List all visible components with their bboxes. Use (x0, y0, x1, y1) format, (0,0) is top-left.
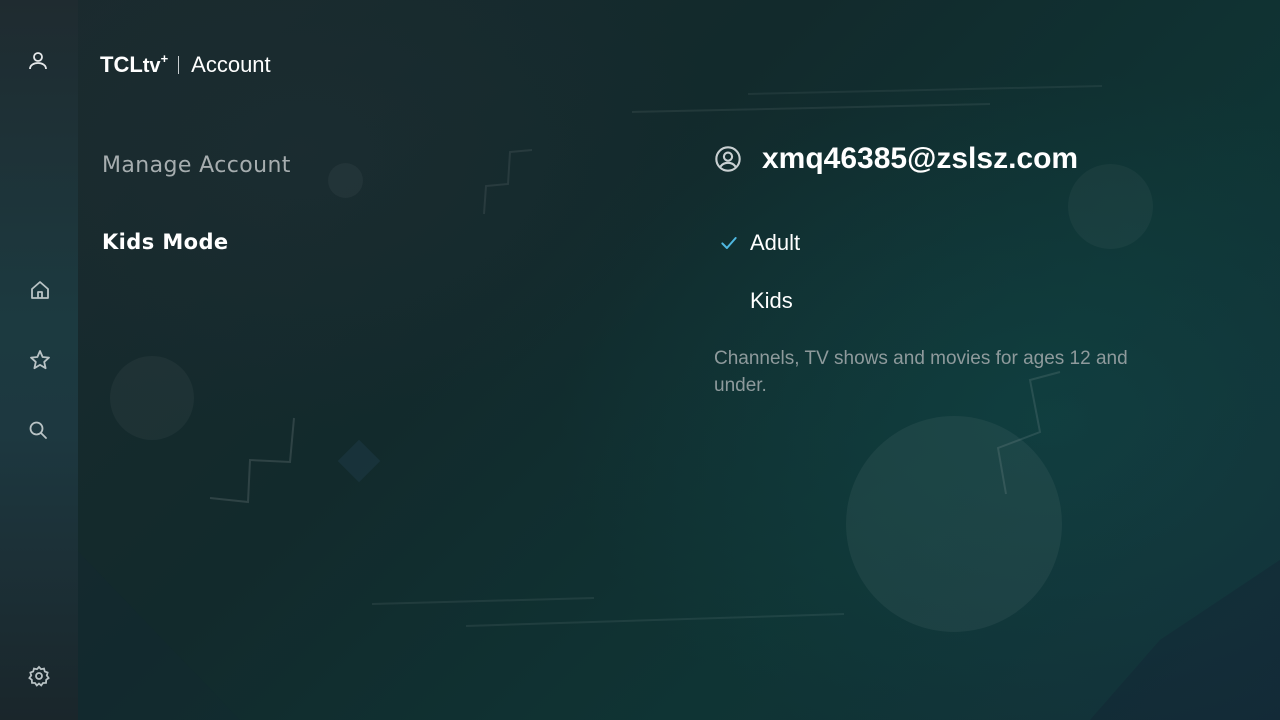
user-icon[interactable] (25, 48, 51, 74)
tv-screen: TCL tv + Account Manage Account Kids Mode … (0, 0, 1280, 720)
account-email: xmq46385@zslsz.com (762, 142, 1079, 175)
menu-item-manage-account[interactable]: Manage Account (102, 153, 291, 178)
kids-mode-description: Channels, TV shows and movies for ages 1… (714, 348, 1128, 396)
search-icon[interactable] (25, 417, 51, 443)
check-icon (718, 232, 740, 254)
option-adult[interactable]: Adult (718, 230, 800, 256)
gear-icon[interactable] (26, 663, 52, 689)
sidebar-nav (0, 0, 78, 720)
tcl-tv-logo: TCL tv + (100, 51, 169, 78)
home-icon[interactable] (27, 277, 53, 303)
option-adult-label: Adult (750, 230, 801, 255)
option-kids-label: Kids (750, 288, 793, 313)
option-kids[interactable]: Kids (718, 288, 793, 314)
page-title: Account (191, 52, 271, 77)
logo-tv: tv (142, 55, 161, 77)
header: TCL tv + Account (100, 50, 271, 80)
menu-item-kids-mode[interactable]: Kids Mode (102, 230, 229, 254)
star-icon[interactable] (27, 347, 53, 373)
check-placeholder (718, 290, 740, 312)
logo-main: TCL (100, 52, 143, 77)
account-info: xmq46385@zslsz.com (714, 142, 1078, 176)
header-divider (178, 56, 180, 74)
logo-plus: + (160, 51, 169, 66)
account-circle-icon (715, 146, 741, 172)
